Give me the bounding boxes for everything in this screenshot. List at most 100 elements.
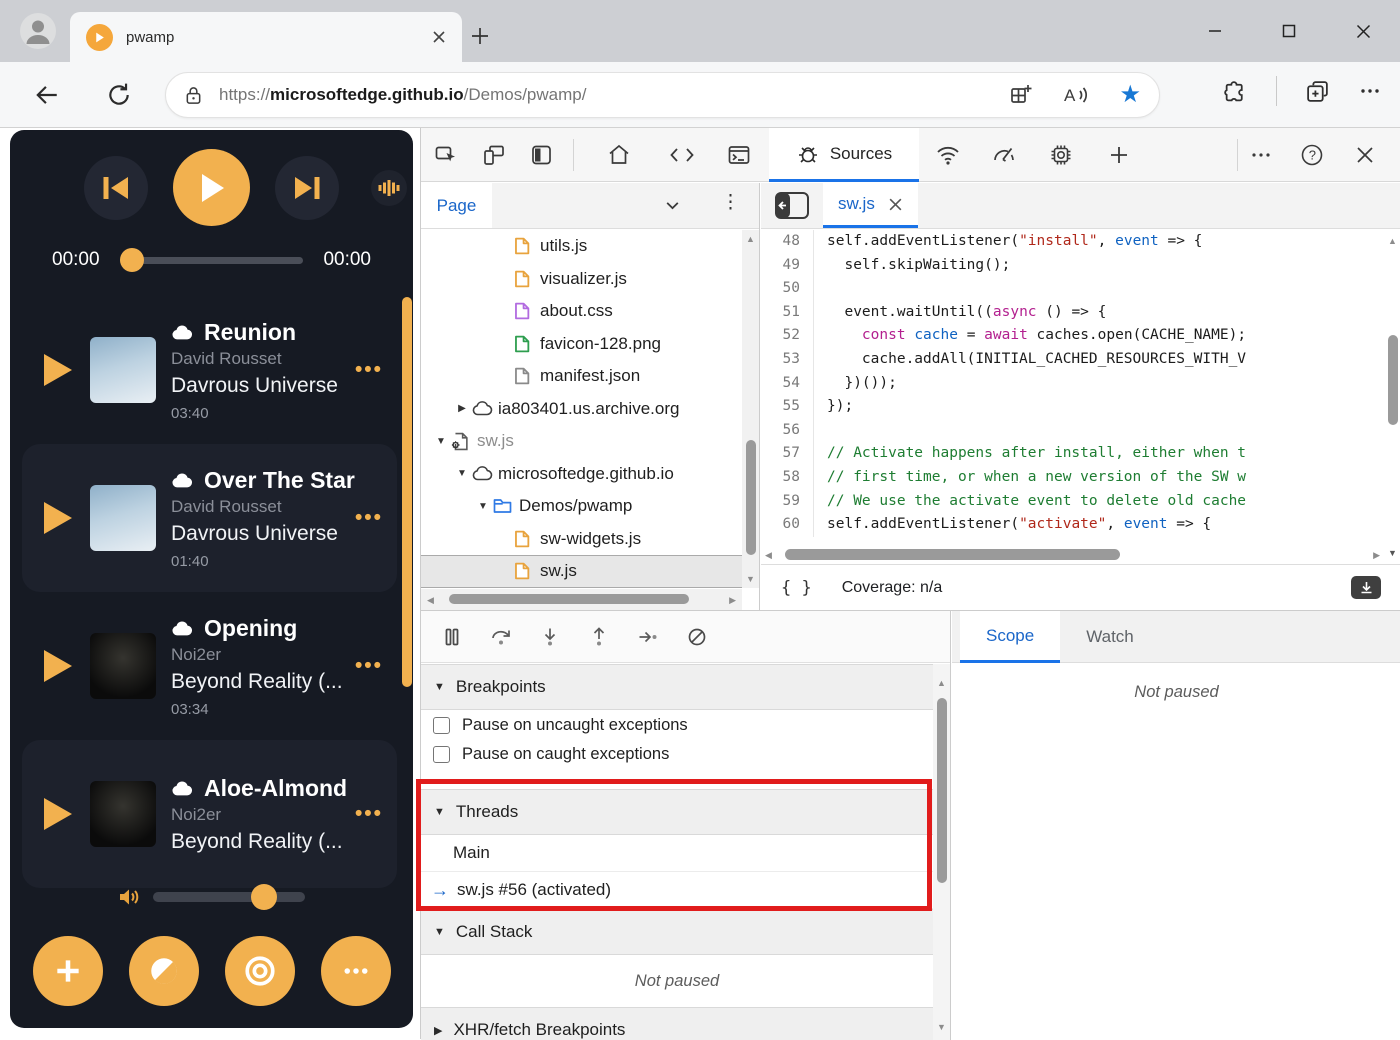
code-line-58[interactable]: 58// first time, or when a new version o… [761, 466, 1384, 490]
triangle-expanded-icon[interactable]: ▼ [452, 468, 472, 479]
next-track-button[interactable] [275, 156, 339, 220]
code-line-51[interactable]: 51 event.waitUntil((async () => { [761, 301, 1384, 325]
step-icon[interactable] [629, 618, 667, 656]
line-number[interactable]: 50 [761, 277, 813, 301]
dock-side-icon[interactable] [524, 137, 560, 173]
volume-knob[interactable] [251, 884, 277, 910]
add-song-button[interactable] [33, 936, 103, 1006]
track-play-icon[interactable] [40, 648, 74, 684]
line-number[interactable]: 55 [761, 395, 813, 419]
scroll-down-icon[interactable]: ▼ [937, 1022, 946, 1032]
code-line-50[interactable]: 50 [761, 277, 1384, 301]
seek-slider[interactable] [120, 248, 304, 272]
line-number[interactable]: 52 [761, 324, 813, 348]
code-line-54[interactable]: 54 })()); [761, 372, 1384, 396]
step-over-icon[interactable] [482, 618, 520, 656]
checkbox-row[interactable]: Pause on uncaught exceptions [421, 711, 933, 740]
debugger-vertical-scrollbar[interactable]: ▲ ▼ [933, 664, 950, 1040]
playlist-scrollbar[interactable] [402, 297, 412, 687]
track-item-over-the-star-[interactable]: Over The Star...David RoussetDavrous Uni… [22, 444, 397, 592]
code-line-56[interactable]: 56 [761, 419, 1384, 443]
browser-tab-pwamp[interactable]: pwamp [70, 12, 462, 62]
app-install-icon[interactable] [1009, 83, 1033, 107]
editor-tab-swjs[interactable]: sw.js [823, 183, 918, 228]
tree-item-ia803401-us-archive-org[interactable]: ▶ia803401.us.archive.org [421, 393, 742, 426]
theme-button[interactable] [129, 936, 199, 1006]
editor-horizontal-scrollbar[interactable]: ◀ ▶ [761, 545, 1384, 564]
memory-panel-icon[interactable] [1043, 137, 1079, 173]
line-number[interactable]: 49 [761, 254, 813, 278]
inspect-element-icon[interactable] [428, 137, 464, 173]
step-into-icon[interactable] [531, 618, 569, 656]
tree-item-about-css[interactable]: about.css [421, 295, 742, 328]
track-play-icon[interactable] [40, 500, 74, 536]
scroll-right-icon[interactable]: ▶ [729, 595, 736, 606]
line-number[interactable]: 58 [761, 466, 813, 490]
track-item-aloe-almond-[interactable]: Aloe-Almond ...Noi2erBeyond Reality (...… [22, 740, 397, 888]
tree-item-sw-js[interactable]: ▼sw.js [421, 425, 742, 458]
code-line-49[interactable]: 49 self.skipWaiting(); [761, 254, 1384, 278]
thread-row-main[interactable]: Main [421, 835, 933, 872]
deactivate-breakpoints-icon[interactable] [678, 618, 716, 656]
navigator-menu-icon[interactable]: ⋮ [721, 191, 740, 214]
welcome-home-icon[interactable] [601, 137, 637, 173]
tree-item-utils-js[interactable]: utils.js [421, 230, 742, 263]
editor-vertical-scrollbar[interactable]: ▲ ▼ [1384, 230, 1400, 564]
tab-scope[interactable]: Scope [960, 611, 1060, 663]
code-line-60[interactable]: 60self.addEventListener("activate", even… [761, 513, 1384, 537]
checkbox-row[interactable]: Pause on caught exceptions [421, 740, 933, 769]
scrollbar-thumb[interactable] [937, 698, 947, 883]
elements-panel-icon[interactable] [664, 137, 700, 173]
line-number[interactable]: 60 [761, 513, 813, 537]
pause-script-icon[interactable] [433, 618, 471, 656]
close-tab-icon[interactable] [888, 197, 903, 212]
scroll-right-icon[interactable]: ▶ [1373, 550, 1380, 561]
chevron-down-icon[interactable] [664, 197, 681, 214]
track-item-reunion[interactable]: ReunionDavid RoussetDavrous Universe03:4… [22, 296, 397, 444]
more-options-button[interactable] [321, 936, 391, 1006]
download-icon[interactable] [1351, 576, 1381, 599]
triangle-expanded-icon[interactable]: ▼ [431, 436, 451, 447]
code-viewport[interactable]: 48self.addEventListener("install", event… [761, 230, 1384, 543]
track-menu-icon[interactable]: ••• [355, 506, 383, 530]
navigator-horizontal-scrollbar[interactable]: ◀ ▶ [421, 589, 742, 610]
browser-menu-icon[interactable] [1358, 79, 1382, 103]
new-tab-button[interactable] [470, 26, 490, 46]
window-close-button[interactable] [1326, 0, 1400, 62]
hide-navigator-icon[interactable] [775, 192, 809, 219]
code-line-59[interactable]: 59// We use the activate event to delete… [761, 490, 1384, 514]
line-number[interactable]: 51 [761, 301, 813, 325]
extensions-puzzle-icon[interactable] [1223, 79, 1248, 104]
code-line-55[interactable]: 55}); [761, 395, 1384, 419]
collections-icon[interactable] [1305, 79, 1330, 104]
section-xhr-breakpoints[interactable]: ▶ XHR/fetch Breakpoints [421, 1007, 950, 1040]
network-panel-icon[interactable] [930, 137, 966, 173]
help-icon[interactable]: ? [1294, 137, 1330, 173]
tab-watch[interactable]: Watch [1060, 611, 1160, 663]
tree-item-manifest-json[interactable]: manifest.json [421, 360, 742, 393]
scrollbar-thumb[interactable] [746, 440, 756, 555]
scroll-up-icon[interactable]: ▲ [937, 678, 946, 688]
seek-knob[interactable] [120, 248, 144, 272]
tree-item-sw-widgets-js[interactable]: sw-widgets.js [421, 523, 742, 556]
scrollbar-thumb[interactable] [1388, 335, 1398, 425]
track-menu-icon[interactable]: ••• [355, 802, 383, 826]
devtools-menu-icon[interactable] [1243, 137, 1279, 173]
triangle-expanded-icon[interactable]: ▼ [473, 501, 493, 512]
visualizer-button[interactable] [371, 170, 407, 206]
tab-close-icon[interactable] [432, 30, 446, 44]
line-number[interactable]: 56 [761, 419, 813, 443]
tree-item-sw-js[interactable]: sw.js [421, 555, 742, 588]
triangle-collapsed-icon[interactable]: ▶ [452, 403, 472, 414]
devtools-close-icon[interactable] [1347, 137, 1383, 173]
address-bar[interactable]: https://microsoftedge.github.io/Demos/pw… [165, 72, 1160, 118]
console-panel-icon[interactable] [721, 137, 757, 173]
step-out-icon[interactable] [580, 618, 618, 656]
format-code-icon[interactable]: { } [781, 578, 812, 598]
thread-row-sw-js-56-activated-[interactable]: →sw.js #56 (activated) [421, 872, 933, 909]
navigator-tab-page[interactable]: Page [421, 183, 492, 228]
track-item-opening[interactable]: OpeningNoi2erBeyond Reality (...03:34••• [22, 592, 397, 740]
scroll-down-icon[interactable]: ▼ [1388, 548, 1397, 558]
tab-sources[interactable]: Sources [769, 128, 919, 182]
device-emulation-icon[interactable] [476, 137, 512, 173]
